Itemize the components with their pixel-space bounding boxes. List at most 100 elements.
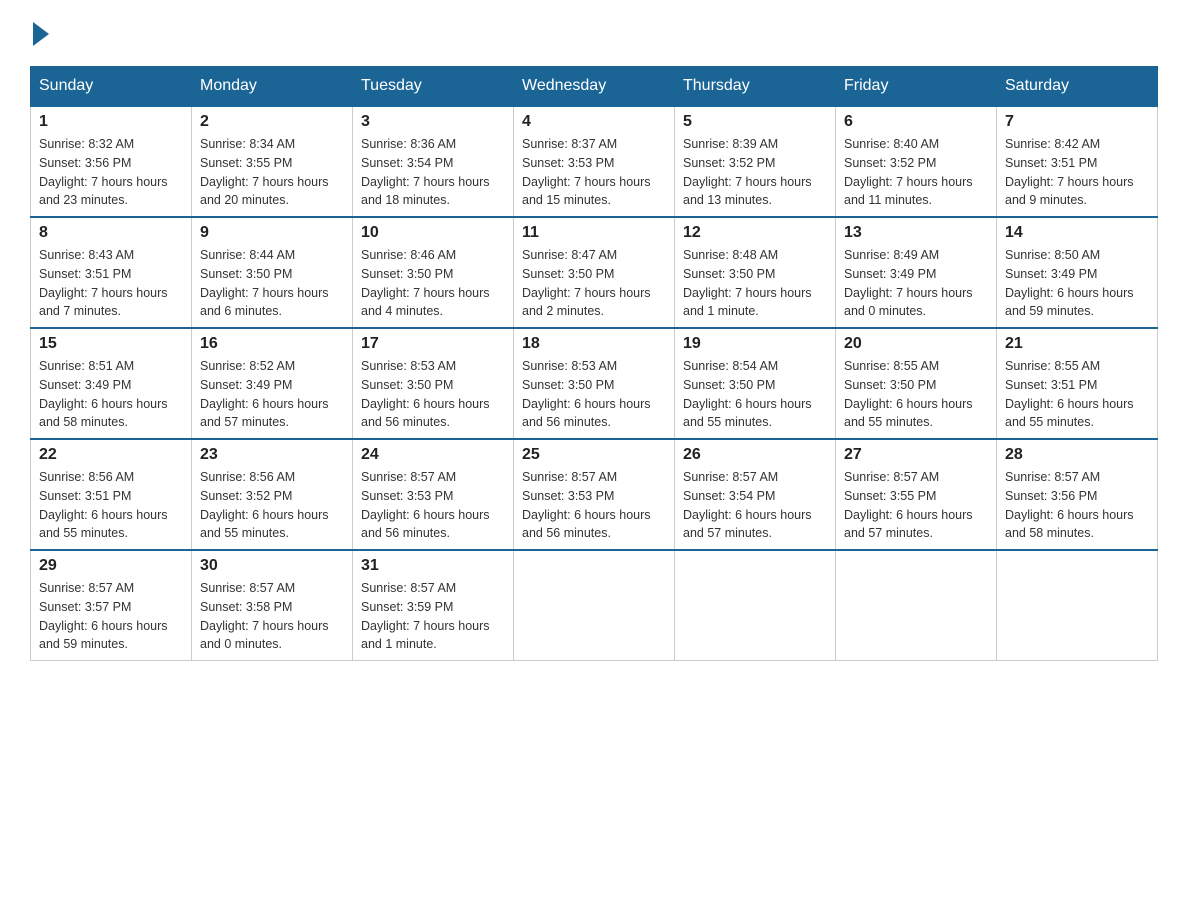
day-cell-7: 7 Sunrise: 8:42 AMSunset: 3:51 PMDaylight… — [997, 106, 1158, 217]
day-number: 23 — [200, 446, 344, 464]
weekday-header-tuesday: Tuesday — [353, 67, 514, 107]
day-cell-6: 6 Sunrise: 8:40 AMSunset: 3:52 PMDaylight… — [836, 106, 997, 217]
empty-cell — [514, 550, 675, 661]
day-number: 20 — [844, 335, 988, 353]
day-info: Sunrise: 8:37 AMSunset: 3:53 PMDaylight:… — [522, 135, 666, 210]
day-info: Sunrise: 8:36 AMSunset: 3:54 PMDaylight:… — [361, 135, 505, 210]
day-cell-22: 22 Sunrise: 8:56 AMSunset: 3:51 PMDayligh… — [31, 439, 192, 550]
day-cell-10: 10 Sunrise: 8:46 AMSunset: 3:50 PMDayligh… — [353, 217, 514, 328]
day-info: Sunrise: 8:55 AMSunset: 3:50 PMDaylight:… — [844, 357, 988, 432]
day-info: Sunrise: 8:46 AMSunset: 3:50 PMDaylight:… — [361, 246, 505, 321]
day-cell-12: 12 Sunrise: 8:48 AMSunset: 3:50 PMDayligh… — [675, 217, 836, 328]
day-info: Sunrise: 8:40 AMSunset: 3:52 PMDaylight:… — [844, 135, 988, 210]
day-info: Sunrise: 8:55 AMSunset: 3:51 PMDaylight:… — [1005, 357, 1149, 432]
day-cell-11: 11 Sunrise: 8:47 AMSunset: 3:50 PMDayligh… — [514, 217, 675, 328]
day-info: Sunrise: 8:54 AMSunset: 3:50 PMDaylight:… — [683, 357, 827, 432]
day-number: 4 — [522, 113, 666, 131]
day-number: 3 — [361, 113, 505, 131]
day-info: Sunrise: 8:57 AMSunset: 3:54 PMDaylight:… — [683, 468, 827, 543]
day-number: 22 — [39, 446, 183, 464]
day-info: Sunrise: 8:57 AMSunset: 3:56 PMDaylight:… — [1005, 468, 1149, 543]
day-number: 28 — [1005, 446, 1149, 464]
day-cell-8: 8 Sunrise: 8:43 AMSunset: 3:51 PMDaylight… — [31, 217, 192, 328]
day-number: 31 — [361, 557, 505, 575]
day-info: Sunrise: 8:32 AMSunset: 3:56 PMDaylight:… — [39, 135, 183, 210]
day-cell-28: 28 Sunrise: 8:57 AMSunset: 3:56 PMDayligh… — [997, 439, 1158, 550]
day-number: 9 — [200, 224, 344, 242]
day-info: Sunrise: 8:39 AMSunset: 3:52 PMDaylight:… — [683, 135, 827, 210]
weekday-header-thursday: Thursday — [675, 67, 836, 107]
day-number: 17 — [361, 335, 505, 353]
day-cell-17: 17 Sunrise: 8:53 AMSunset: 3:50 PMDayligh… — [353, 328, 514, 439]
day-info: Sunrise: 8:57 AMSunset: 3:58 PMDaylight:… — [200, 579, 344, 654]
calendar-table: SundayMondayTuesdayWednesdayThursdayFrid… — [30, 66, 1158, 661]
day-info: Sunrise: 8:56 AMSunset: 3:51 PMDaylight:… — [39, 468, 183, 543]
logo — [30, 20, 49, 46]
day-number: 6 — [844, 113, 988, 131]
day-info: Sunrise: 8:57 AMSunset: 3:53 PMDaylight:… — [522, 468, 666, 543]
day-info: Sunrise: 8:53 AMSunset: 3:50 PMDaylight:… — [361, 357, 505, 432]
day-number: 2 — [200, 113, 344, 131]
day-number: 16 — [200, 335, 344, 353]
day-number: 8 — [39, 224, 183, 242]
day-info: Sunrise: 8:53 AMSunset: 3:50 PMDaylight:… — [522, 357, 666, 432]
day-cell-16: 16 Sunrise: 8:52 AMSunset: 3:49 PMDayligh… — [192, 328, 353, 439]
weekday-header-monday: Monday — [192, 67, 353, 107]
day-cell-1: 1 Sunrise: 8:32 AMSunset: 3:56 PMDaylight… — [31, 106, 192, 217]
day-cell-3: 3 Sunrise: 8:36 AMSunset: 3:54 PMDaylight… — [353, 106, 514, 217]
day-cell-30: 30 Sunrise: 8:57 AMSunset: 3:58 PMDayligh… — [192, 550, 353, 661]
day-number: 29 — [39, 557, 183, 575]
week-row-1: 1 Sunrise: 8:32 AMSunset: 3:56 PMDaylight… — [31, 106, 1158, 217]
day-cell-21: 21 Sunrise: 8:55 AMSunset: 3:51 PMDayligh… — [997, 328, 1158, 439]
day-number: 14 — [1005, 224, 1149, 242]
empty-cell — [997, 550, 1158, 661]
weekday-header-wednesday: Wednesday — [514, 67, 675, 107]
day-number: 24 — [361, 446, 505, 464]
day-cell-9: 9 Sunrise: 8:44 AMSunset: 3:50 PMDaylight… — [192, 217, 353, 328]
day-number: 10 — [361, 224, 505, 242]
day-number: 5 — [683, 113, 827, 131]
day-number: 21 — [1005, 335, 1149, 353]
day-cell-25: 25 Sunrise: 8:57 AMSunset: 3:53 PMDayligh… — [514, 439, 675, 550]
day-info: Sunrise: 8:48 AMSunset: 3:50 PMDaylight:… — [683, 246, 827, 321]
day-number: 11 — [522, 224, 666, 242]
day-number: 30 — [200, 557, 344, 575]
day-info: Sunrise: 8:57 AMSunset: 3:57 PMDaylight:… — [39, 579, 183, 654]
day-cell-2: 2 Sunrise: 8:34 AMSunset: 3:55 PMDaylight… — [192, 106, 353, 217]
day-cell-15: 15Sunrise: 8:51 AMSunset: 3:49 PMDayligh… — [31, 328, 192, 439]
day-number: 19 — [683, 335, 827, 353]
day-cell-26: 26 Sunrise: 8:57 AMSunset: 3:54 PMDayligh… — [675, 439, 836, 550]
day-cell-18: 18 Sunrise: 8:53 AMSunset: 3:50 PMDayligh… — [514, 328, 675, 439]
day-info: Sunrise: 8:42 AMSunset: 3:51 PMDaylight:… — [1005, 135, 1149, 210]
day-cell-19: 19 Sunrise: 8:54 AMSunset: 3:50 PMDayligh… — [675, 328, 836, 439]
empty-cell — [836, 550, 997, 661]
day-number: 18 — [522, 335, 666, 353]
weekday-header-friday: Friday — [836, 67, 997, 107]
day-number: 27 — [844, 446, 988, 464]
week-row-5: 29 Sunrise: 8:57 AMSunset: 3:57 PMDayligh… — [31, 550, 1158, 661]
day-info: Sunrise: 8:44 AMSunset: 3:50 PMDaylight:… — [200, 246, 344, 321]
empty-cell — [675, 550, 836, 661]
day-info: Sunrise: 8:50 AMSunset: 3:49 PMDaylight:… — [1005, 246, 1149, 321]
day-number: 7 — [1005, 113, 1149, 131]
day-number: 25 — [522, 446, 666, 464]
day-info: Sunrise: 8:34 AMSunset: 3:55 PMDaylight:… — [200, 135, 344, 210]
day-cell-5: 5 Sunrise: 8:39 AMSunset: 3:52 PMDaylight… — [675, 106, 836, 217]
day-number: 26 — [683, 446, 827, 464]
day-number: 13 — [844, 224, 988, 242]
day-number: 1 — [39, 113, 183, 131]
day-cell-31: 31Sunrise: 8:57 AMSunset: 3:59 PMDayligh… — [353, 550, 514, 661]
week-row-2: 8 Sunrise: 8:43 AMSunset: 3:51 PMDaylight… — [31, 217, 1158, 328]
day-info: Sunrise: 8:49 AMSunset: 3:49 PMDaylight:… — [844, 246, 988, 321]
day-number: 12 — [683, 224, 827, 242]
day-cell-20: 20 Sunrise: 8:55 AMSunset: 3:50 PMDayligh… — [836, 328, 997, 439]
weekday-header-saturday: Saturday — [997, 67, 1158, 107]
day-info: Sunrise: 8:51 AMSunset: 3:49 PMDaylight:… — [39, 357, 183, 432]
day-info: Sunrise: 8:43 AMSunset: 3:51 PMDaylight:… — [39, 246, 183, 321]
day-cell-29: 29 Sunrise: 8:57 AMSunset: 3:57 PMDayligh… — [31, 550, 192, 661]
day-info: Sunrise: 8:52 AMSunset: 3:49 PMDaylight:… — [200, 357, 344, 432]
day-cell-13: 13 Sunrise: 8:49 AMSunset: 3:49 PMDayligh… — [836, 217, 997, 328]
weekday-header-sunday: Sunday — [31, 67, 192, 107]
week-row-4: 22 Sunrise: 8:56 AMSunset: 3:51 PMDayligh… — [31, 439, 1158, 550]
day-info: Sunrise: 8:47 AMSunset: 3:50 PMDaylight:… — [522, 246, 666, 321]
